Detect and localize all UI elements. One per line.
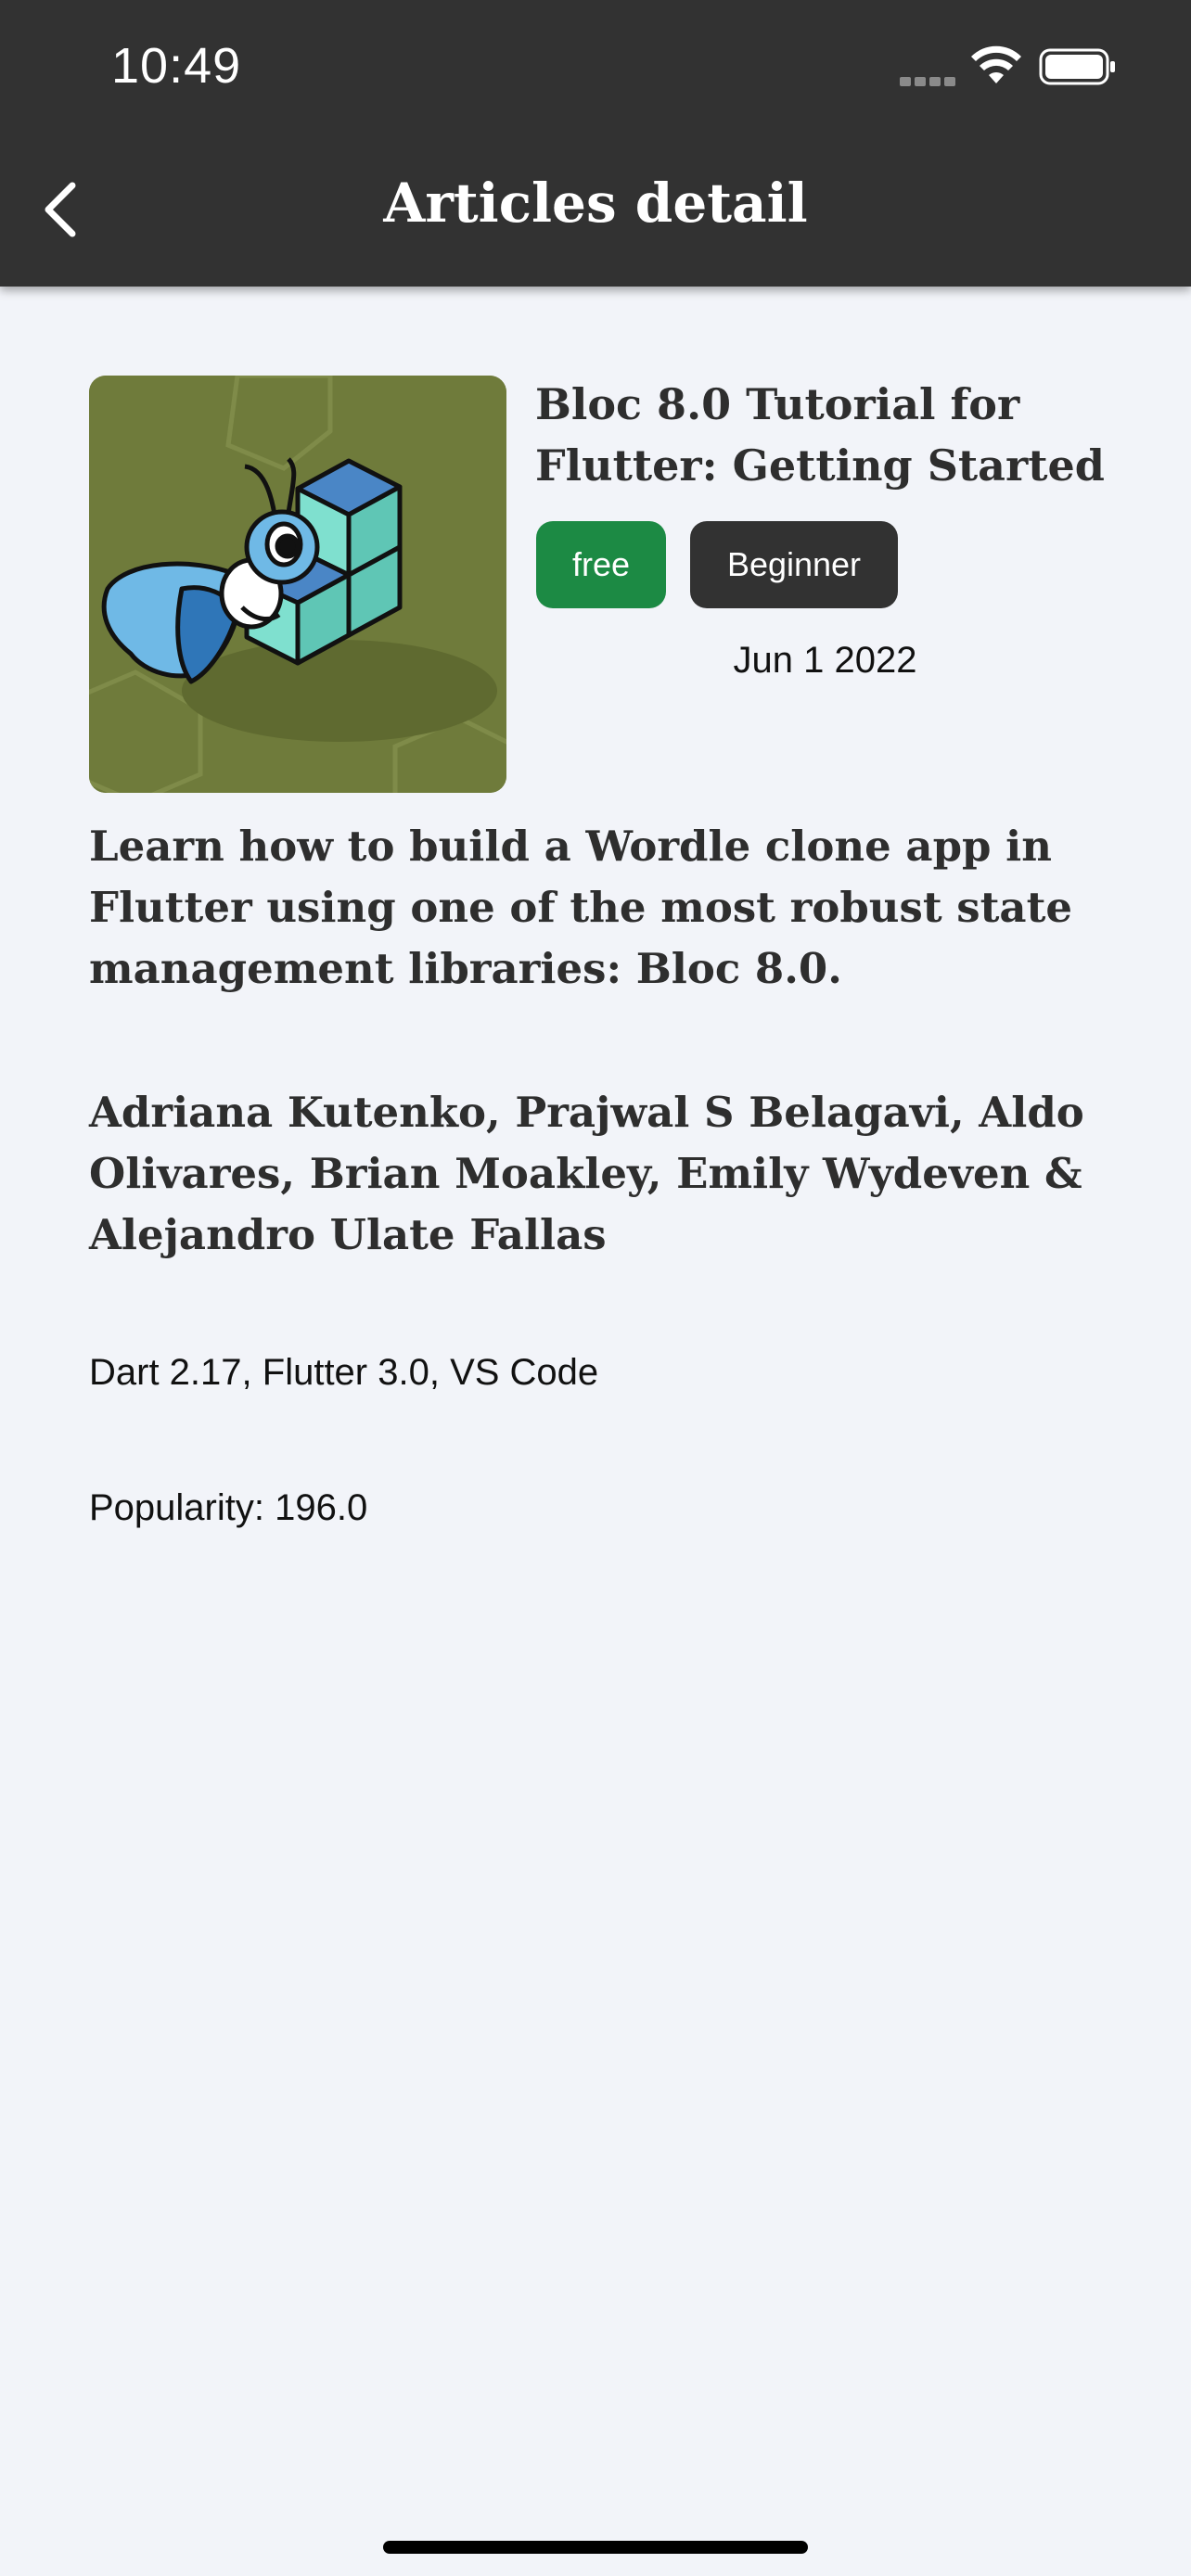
article-authors: Adriana Kutenko, Prajwal S Belagavi, Ald… [89,1088,1084,1259]
battery-icon [1039,48,1115,85]
cellular-signal-icon [900,74,959,86]
wifi-icon [971,45,1021,83]
difficulty-badge: Beginner [690,521,898,608]
article-description: Learn how to build a Wordle clone app in… [89,822,1073,993]
app-bar: 10:49 Articles detail [0,0,1191,287]
article-title: Bloc 8.0 Tutorial for Flutter: Getting S… [535,379,1105,491]
price-badge: free [536,521,666,608]
home-indicator [383,2541,808,2554]
article-popularity: Popularity: 196.0 [89,1487,368,1528]
status-time: 10:49 [111,38,242,94]
article-cover-image [89,376,506,793]
article-technologies: Dart 2.17, Flutter 3.0, VS Code [89,1352,599,1393]
release-date: Jun 1 2022 [733,640,917,681]
page-title: Articles detail [383,172,808,235]
